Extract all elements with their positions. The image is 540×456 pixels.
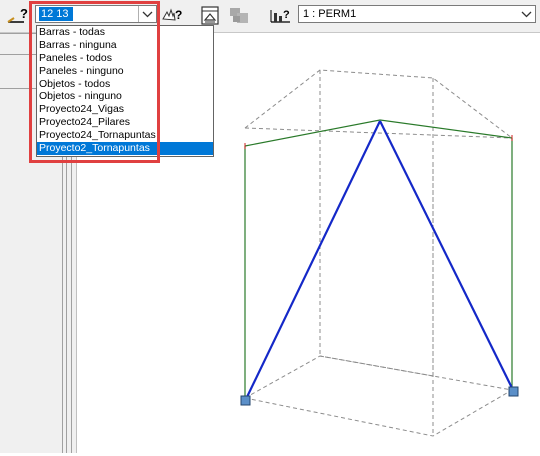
print-preview-icon[interactable] [198,4,222,26]
svg-text:?: ? [283,9,290,21]
chevron-down-icon[interactable] [518,6,535,22]
load-case-select[interactable]: 1 : PERM1 [298,5,536,23]
svg-text:?: ? [20,6,28,21]
group-filter-value: 12 13 [39,7,73,21]
chevron-down-icon[interactable] [138,6,156,22]
chart-icon[interactable]: ? [268,4,292,26]
grayed-tool-icon [227,4,251,26]
group-filter-select[interactable]: 12 13 [35,5,157,23]
dropdown-option[interactable]: Proyecto24_Tornapuntas [37,129,213,142]
group-filter-dropdown-list[interactable]: Barras - todas Barras - ninguna Paneles … [36,25,214,157]
load-case-value: 1 : PERM1 [303,8,357,20]
svg-text:?: ? [175,8,182,22]
dropdown-option[interactable]: Proyecto24_Vigas [37,103,213,116]
dropdown-option[interactable]: Proyecto24_Pilares [37,116,213,129]
dropdown-option[interactable]: Paneles - ninguno [37,65,213,78]
dropdown-option-selected[interactable]: Proyecto2_Tornapuntas [37,142,213,155]
dropdown-option[interactable]: Objetos - ninguno [37,90,213,103]
dropdown-option[interactable]: Barras - ninguna [37,39,213,52]
dropdown-option[interactable]: Paneles - todos [37,52,213,65]
dropdown-option[interactable]: Barras - todas [37,26,213,39]
query-icon[interactable]: ? [6,4,30,26]
hand-query-icon[interactable]: ? [160,4,184,26]
dropdown-option[interactable]: Objetos - todos [37,78,213,91]
